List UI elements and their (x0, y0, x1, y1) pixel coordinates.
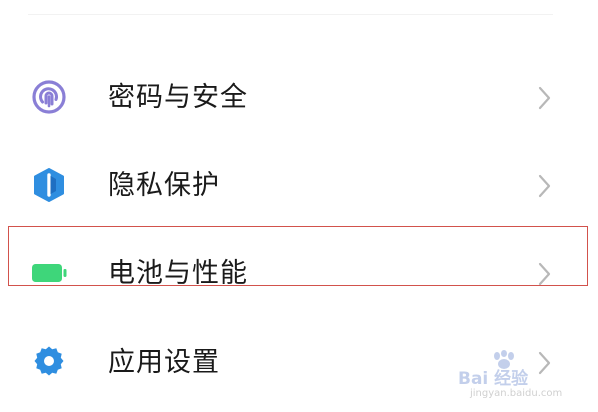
settings-item-label: 电池与性能 (108, 258, 248, 289)
settings-item-app-settings[interactable]: 应用设置 (0, 318, 598, 404)
settings-item-label: 密码与安全 (108, 82, 248, 113)
chevron-right-icon (538, 86, 551, 110)
battery-icon (32, 264, 67, 282)
settings-item-privacy[interactable]: 隐私保护 (0, 141, 598, 227)
divider (28, 14, 553, 15)
privacy-shield-icon (34, 168, 64, 202)
settings-screen: 密码与安全 隐私保护 电池与性能 应用设置 Bai 经验 jingyan.bai… (0, 0, 598, 412)
settings-item-label: 隐私保护 (108, 170, 220, 201)
fingerprint-icon (32, 80, 66, 114)
gear-icon (34, 346, 64, 376)
chevron-right-icon (538, 351, 551, 375)
settings-item-battery-performance[interactable]: 电池与性能 (0, 229, 598, 315)
settings-item-label: 应用设置 (108, 347, 220, 378)
chevron-right-icon (538, 174, 551, 198)
settings-item-password-security[interactable]: 密码与安全 (0, 53, 598, 139)
chevron-right-icon (538, 262, 551, 286)
